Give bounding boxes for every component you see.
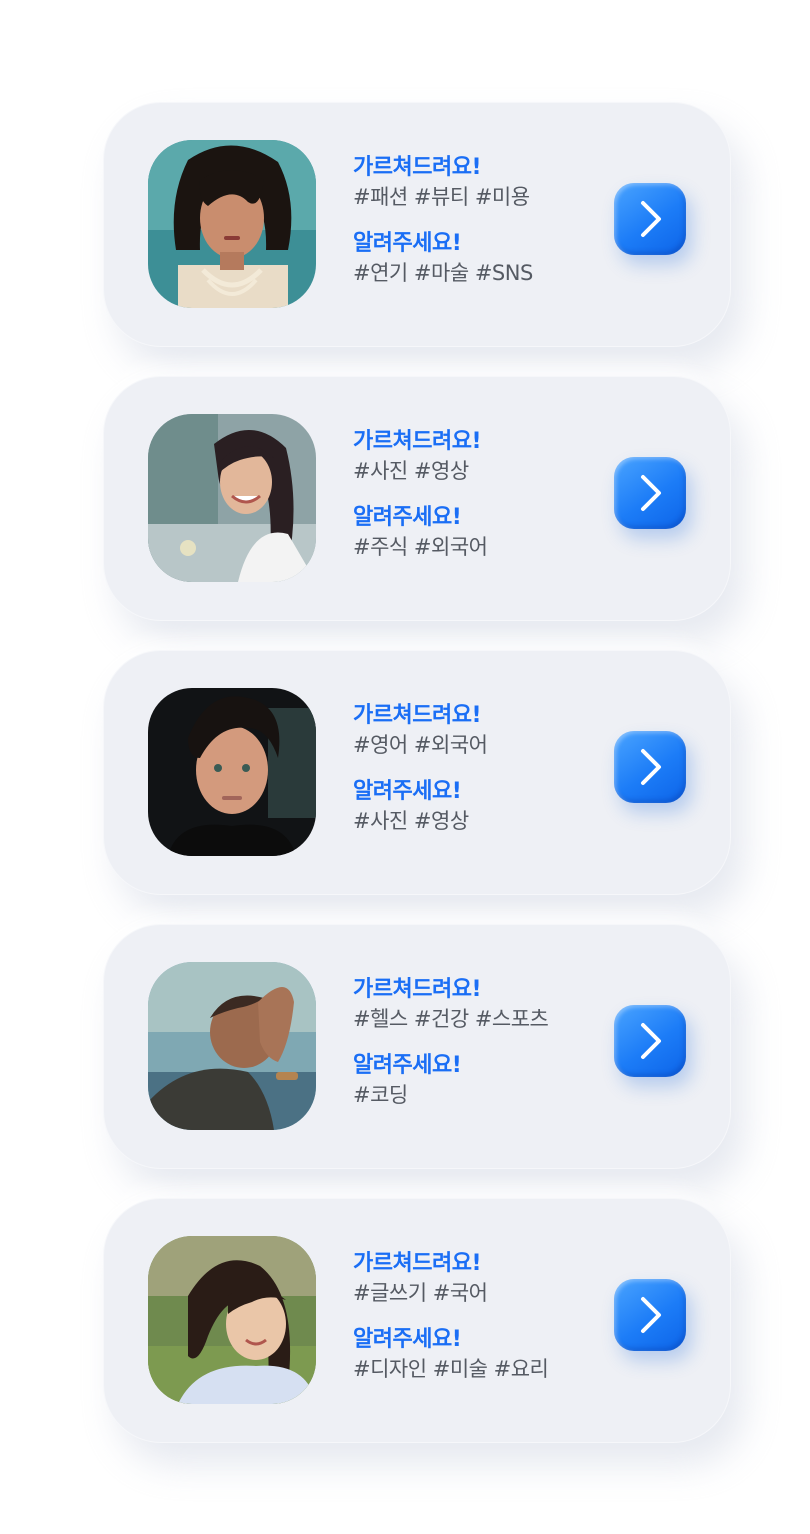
- profile-info: 가르쳐드려요! #헬스 #건강 #스포츠 알려주세요! #코딩: [353, 976, 613, 1110]
- learn-tags: #주식 #외국어: [353, 535, 488, 559]
- profile-info: 가르쳐드려요! #영어 #외국어 알려주세요! #사진 #영상: [353, 702, 613, 836]
- learn-heading: 알려주세요!: [353, 505, 462, 530]
- profile-card[interactable]: 가르쳐드려요! #패션 #뷰티 #미용 알려주세요! #연기 #마술 #SNS: [103, 102, 731, 347]
- teach-tags: #영어 #외국어: [353, 733, 488, 757]
- teach-tags: #패션 #뷰티 #미용: [353, 185, 530, 209]
- profile-photo-image: [148, 140, 316, 308]
- profile-card-list: 가르쳐드려요! #패션 #뷰티 #미용 알려주세요! #연기 #마술 #SNS: [103, 102, 731, 1443]
- teach-tags: #헬스 #건강 #스포츠: [353, 1007, 549, 1031]
- teach-heading: 가르쳐드려요!: [353, 703, 481, 728]
- profile-photo-image: [148, 414, 316, 582]
- learn-tags: #연기 #마술 #SNS: [353, 261, 533, 285]
- profile-info: 가르쳐드려요! #글쓰기 #국어 알려주세요! #디자인 #미술 #요리: [353, 1250, 613, 1384]
- learn-heading: 알려주세요!: [353, 1327, 462, 1352]
- profile-photo-image: [148, 688, 316, 856]
- profile-photo: [148, 962, 316, 1130]
- learn-tags: #코딩: [353, 1083, 408, 1107]
- learn-heading: 알려주세요!: [353, 231, 462, 256]
- profile-photo: [148, 688, 316, 856]
- open-profile-button[interactable]: [614, 457, 686, 529]
- chevron-right-icon: [641, 1023, 661, 1059]
- profile-card[interactable]: 가르쳐드려요! #헬스 #건강 #스포츠 알려주세요! #코딩: [103, 924, 731, 1169]
- teach-heading: 가르쳐드려요!: [353, 1251, 481, 1276]
- teach-heading: 가르쳐드려요!: [353, 429, 481, 454]
- open-profile-button[interactable]: [614, 183, 686, 255]
- learn-heading: 알려주세요!: [353, 1053, 462, 1078]
- profile-card[interactable]: 가르쳐드려요! #글쓰기 #국어 알려주세요! #디자인 #미술 #요리: [103, 1198, 731, 1443]
- profile-info: 가르쳐드려요! #패션 #뷰티 #미용 알려주세요! #연기 #마술 #SNS: [353, 154, 613, 288]
- open-profile-button[interactable]: [614, 1279, 686, 1351]
- teach-heading: 가르쳐드려요!: [353, 977, 481, 1002]
- profile-photo: [148, 140, 316, 308]
- learn-tags: #디자인 #미술 #요리: [353, 1357, 549, 1381]
- profile-card[interactable]: 가르쳐드려요! #영어 #외국어 알려주세요! #사진 #영상: [103, 650, 731, 895]
- open-profile-button[interactable]: [614, 731, 686, 803]
- profile-photo-image: [148, 1236, 316, 1404]
- teach-tags: #글쓰기 #국어: [353, 1281, 488, 1305]
- profile-photo-image: [148, 962, 316, 1130]
- profile-photo: [148, 1236, 316, 1404]
- profile-info: 가르쳐드려요! #사진 #영상 알려주세요! #주식 #외국어: [353, 428, 613, 562]
- chevron-right-icon: [641, 749, 661, 785]
- teach-heading: 가르쳐드려요!: [353, 155, 481, 180]
- chevron-right-icon: [641, 475, 661, 511]
- chevron-right-icon: [641, 1297, 661, 1333]
- profile-card[interactable]: 가르쳐드려요! #사진 #영상 알려주세요! #주식 #외국어: [103, 376, 731, 621]
- learn-tags: #사진 #영상: [353, 809, 469, 833]
- learn-heading: 알려주세요!: [353, 779, 462, 804]
- profile-photo: [148, 414, 316, 582]
- open-profile-button[interactable]: [614, 1005, 686, 1077]
- teach-tags: #사진 #영상: [353, 459, 469, 483]
- chevron-right-icon: [641, 201, 661, 237]
